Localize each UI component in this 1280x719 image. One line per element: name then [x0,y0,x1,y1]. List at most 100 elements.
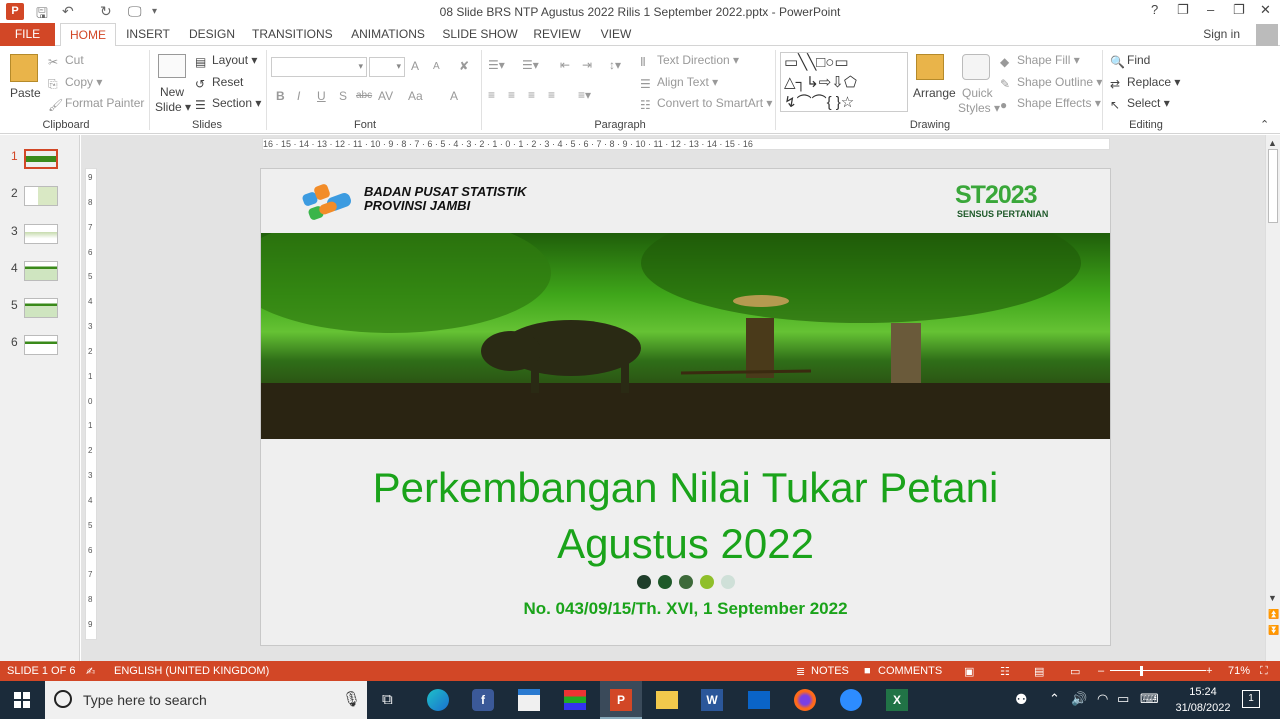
layout-button[interactable]: ▤ Layout ▾ [195,53,257,69]
cut-button[interactable]: ✂ Cut [48,53,84,69]
slide-title-line-2[interactable]: Agustus 2022 [261,517,1110,571]
slide-thumbnail[interactable] [24,298,58,318]
new-slide-icon[interactable] [158,54,186,78]
volume-icon[interactable]: 🔊 [1071,691,1087,707]
find-button[interactable]: 🔍 Find [1110,53,1150,69]
decrease-indent-icon[interactable]: ⇤ [560,58,570,72]
slide-thumbnail[interactable] [24,224,58,244]
format-painter-button[interactable]: 🖌 Format Painter [48,96,144,112]
font-size-input[interactable]: ▾ [369,57,405,77]
zoom-in-icon[interactable]: + [1206,665,1212,677]
winrar-icon[interactable] [564,690,586,710]
section-button[interactable]: ☰ Section ▾ [195,96,261,112]
help-button[interactable]: ? [1151,2,1158,17]
slide-title-line-1[interactable]: Perkembangan Nilai Tukar Petani [261,461,1110,515]
facebook-icon[interactable]: f [472,689,494,711]
new-slide-button[interactable]: New [160,85,184,99]
tab-view[interactable]: VIEW [598,23,634,46]
tab-home[interactable]: HOME [60,23,116,47]
underline-button[interactable]: U [317,89,326,103]
quick-styles-button-line2[interactable]: Styles ▾ [958,101,1000,115]
arrange-button[interactable]: Arrange [913,86,956,100]
edge-icon[interactable] [427,689,449,711]
system-clock[interactable]: 15:24 31/08/2022 [1172,684,1234,716]
quick-styles-icon[interactable] [962,54,990,80]
shadow-button[interactable]: S [339,89,347,103]
excel-icon[interactable]: X [886,689,908,711]
sign-in-link[interactable]: Sign in [1203,27,1240,41]
increase-indent-icon[interactable]: ⇥ [582,58,592,72]
microphone-icon[interactable]: 🎙 [342,690,361,708]
tab-file[interactable]: FILE [0,23,55,46]
tab-design[interactable]: DESIGN [186,23,238,46]
convert-smartart-button[interactable]: ☷ Convert to SmartArt ▾ [640,96,772,112]
clear-formatting-icon[interactable]: ✘ [459,59,469,73]
tab-slideshow[interactable]: SLIDE SHOW [442,23,518,46]
slide-sorter-icon[interactable]: ☷ [1000,665,1010,678]
people-icon[interactable]: ⚉ [1015,691,1028,708]
ribbon-display-options-icon[interactable]: ❐ [1177,2,1189,18]
select-button[interactable]: ↖ Select ▾ [1110,96,1170,112]
quick-styles-button[interactable]: Quick [962,86,993,100]
normal-view-icon[interactable]: ▣ [964,665,974,678]
slide-thumbnail[interactable] [24,335,58,355]
tab-animations[interactable]: ANIMATIONS [348,23,428,46]
slide-thumbnail[interactable] [24,149,58,169]
numbering-icon[interactable]: ☰▾ [522,58,539,72]
bold-button[interactable]: B [276,89,285,103]
slideshow-view-icon[interactable]: ▭ [1070,665,1080,678]
copy-button[interactable]: ⎘ Copy ▾ [48,75,102,91]
change-case-button[interactable]: Aa [408,89,423,103]
reading-view-icon[interactable]: ▤ [1034,665,1044,678]
minimize-button[interactable]: – [1207,2,1214,17]
word-icon[interactable]: W [701,689,723,711]
taskbar-powerpoint-active[interactable]: P [600,681,642,719]
file-explorer-icon[interactable] [656,691,678,709]
language-indicator[interactable]: ENGLISH (UNITED KINGDOM) [114,665,269,677]
notification-center-icon[interactable]: 1 [1242,690,1260,708]
replace-button[interactable]: ⇄ Replace ▾ [1110,75,1180,91]
zoom-slider-thumb[interactable] [1140,666,1143,676]
scroll-up-icon[interactable]: ▲ [1268,138,1277,148]
paste-icon[interactable] [10,54,38,82]
show-hidden-icons-icon[interactable]: ⌃ [1049,691,1060,707]
font-name-input[interactable]: ▾ [271,57,367,77]
slide-subtitle[interactable]: No. 043/09/15/Th. XVI, 1 September 2022 [261,599,1110,619]
paste-button[interactable]: Paste [10,86,41,100]
battery-icon[interactable]: ▭ [1117,691,1129,707]
character-spacing-button[interactable]: AV [378,89,393,103]
bullets-icon[interactable]: ☰▾ [488,58,505,72]
zoom-level[interactable]: 71% [1228,665,1250,677]
shape-effects-button[interactable]: ● Shape Effects ▾ [1000,96,1101,112]
shrink-font-button[interactable]: A [433,61,440,72]
notes-icon[interactable]: ≣ [796,665,805,678]
store-icon[interactable] [518,689,540,711]
close-button[interactable]: ✕ [1260,2,1271,18]
tab-transitions[interactable]: TRANSITIONS [252,23,333,46]
font-color-button[interactable]: A [450,89,458,103]
scroll-down-icon[interactable]: ▼ [1268,593,1277,603]
wifi-icon[interactable]: ◠ [1097,691,1108,707]
shape-outline-button[interactable]: ✎ Shape Outline ▾ [1000,75,1102,91]
grow-font-button[interactable]: A [411,59,419,73]
windows-start-icon[interactable] [14,692,30,708]
shapes-gallery[interactable]: ▭╲╲□○▭ △┐↳⇨⇩⬠ ↯⌒⌒{ }☆ [780,52,908,112]
firefox-icon[interactable] [794,689,816,711]
restore-button[interactable]: ❐ [1233,2,1245,18]
comments-button[interactable]: COMMENTS [878,665,942,677]
arrange-icon[interactable] [916,54,944,80]
italic-button[interactable]: I [297,89,300,103]
mail-icon[interactable] [748,691,770,709]
tab-insert[interactable]: INSERT [124,23,172,46]
fit-to-window-icon[interactable]: ⛶ [1260,665,1268,678]
align-text-button[interactable]: ☰ Align Text ▾ [640,75,718,91]
new-slide-button-line2[interactable]: Slide ▾ [155,100,191,114]
next-slide-icon[interactable]: ⏬ [1268,625,1279,636]
task-view-icon[interactable]: ⧉ [382,691,393,708]
vertical-scrollbar[interactable]: ▲ ▼ ⏫ ⏬ [1265,135,1280,661]
align-right-icon[interactable]: ≡ [528,88,535,102]
zoom-app-icon[interactable] [840,689,862,711]
text-direction-button[interactable]: Ⅱ Text Direction ▾ [640,53,739,69]
comments-icon[interactable]: ■ [864,665,871,677]
align-center-icon[interactable]: ≡ [508,88,515,102]
